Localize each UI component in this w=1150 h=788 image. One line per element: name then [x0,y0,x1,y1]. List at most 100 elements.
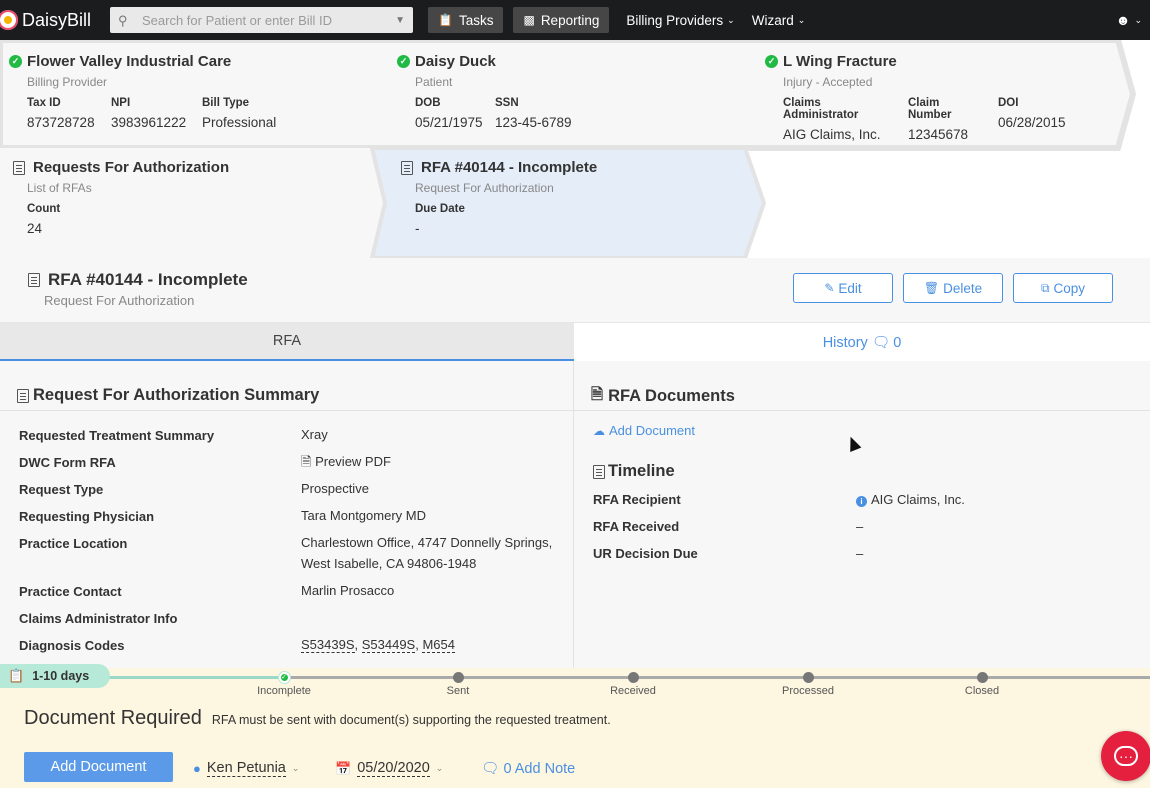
search-icon: ⚲ [118,13,128,28]
comment-icon: 🗨 [481,761,500,777]
summary-row: Diagnosis Codes S53439S, S53449S, M654 [19,637,455,655]
document-required-notice: Document Required RFA must be sent with … [24,707,611,730]
chevron-down-icon: ⌄ [435,763,444,773]
step-label: Incomplete [257,685,311,697]
document-icon [593,464,605,479]
preview-pdf-link[interactable]: 🗎 Preview PDF [301,451,391,472]
add-document-label: Add Document [609,423,695,438]
chevron-down-icon: ▼ [395,14,405,26]
copy-icon: ⧉ [1040,280,1050,295]
assignee-dropdown[interactable]: ● Ken Petunia ⌄ [193,760,299,777]
add-note-link[interactable]: 🗨 0 Add Note [481,760,575,777]
document-icon [17,388,29,403]
step-dot [452,672,464,683]
duration-badge: 📋 1-10 days [0,664,110,688]
progress-step: Processed [758,672,858,697]
summary-row: Practice Contact Marlin Prosacco [19,583,394,601]
duration-label: 1-10 days [32,669,90,683]
ssn-value: 123-45-6789 [495,115,572,130]
diagnosis-code[interactable]: M654 [422,637,455,653]
summary-row: Practice Location Charlestown Office, 474… [19,535,552,574]
divider [0,410,574,411]
user-icon: ● [193,761,201,776]
tasks-label: Tasks [458,12,494,28]
wizard-label: Wizard [751,12,794,28]
field-label: NPI [111,97,131,109]
add-document-button[interactable]: Add Document [24,752,173,782]
wizard-menu[interactable]: Wizard ⌄ [752,13,806,28]
provider-subtitle: Billing Provider [27,75,108,89]
tab-rfa[interactable]: RFA [0,323,574,362]
preview-pdf-label: Preview PDF [315,454,391,469]
injury-card[interactable]: ✓ L Wing Fracture Injury - Accepted Claim… [765,53,1082,142]
injury-title: L Wing Fracture [783,53,897,70]
timeline-heading: Timeline [608,462,675,480]
pdf-icon: 🗎 [591,386,604,403]
rfa-received-value: – [856,519,864,534]
rfas-subtitle: List of RFAs [27,181,92,195]
reporting-button[interactable]: ▩ Reporting [513,7,610,33]
patient-subtitle: Patient [415,75,453,89]
trash-icon: 🗑 [923,281,940,295]
page-header: RFA #40144 - Incomplete Request For Auth… [0,258,1150,322]
diagnosis-codes: S53439S, S53449S, M654 [301,637,455,653]
step-label: Sent [446,685,470,697]
billing-providers-label: Billing Providers [626,12,724,28]
rfa-list-card[interactable]: Requests For Authorization List of RFAs … [13,159,229,236]
progress-step: ✓ Incomplete [234,672,334,697]
pencil-icon: ✎ [824,281,835,295]
rfa-documents-panel: 🗎 RFA Documents ☁ Add Document Timeline RF… [574,361,1150,668]
date-value: 05/20/2020 [357,760,430,777]
due-date-picker[interactable]: 📅 05/20/2020 ⌄ [335,760,443,777]
field-label: Due Date [415,203,465,215]
row-label: RFA Recipient [593,492,681,507]
row-label: Claims Administrator Info [19,611,178,626]
field-label: SSN [495,97,519,109]
summary-row: Requested Treatment Summary Xray [19,427,328,445]
top-navbar: DaisyBill ⚲ Search for Patient or enter … [0,0,1150,40]
field-label: DOB [415,97,441,109]
bill-type-value: Professional [202,115,277,130]
chevron-down-icon: ⌄ [797,14,806,25]
document-icon [28,273,40,287]
summary-heading: Request For Authorization Summary [33,386,320,404]
diagnosis-code[interactable]: S53439S [301,637,355,653]
edit-label: Edit [838,280,862,296]
row-label: Practice Location [19,536,128,551]
notice-heading: Document Required [24,707,202,729]
clipboard-check-icon: 📋 [8,668,25,683]
billing-providers-menu[interactable]: Billing Providers ⌄ [626,13,734,28]
search-input[interactable]: ⚲ Search for Patient or enter Bill ID ▼ [110,7,413,33]
rfa-recipient-link[interactable]: i AIG Claims, Inc. [856,492,965,507]
tasks-button[interactable]: 📋 Tasks [428,7,504,33]
field-label: Claims Administrator [783,97,859,121]
cloud-upload-icon: ☁ [593,423,605,438]
current-rfa-card[interactable]: RFA #40144 - Incomplete Request For Auth… [401,159,597,236]
status-footer: 📋 1-10 days ✓ Incomplete Sent Received Pro… [0,664,1150,788]
copy-button[interactable]: ⧉ Copy [1013,273,1113,303]
tab-history[interactable]: History 🗨 0 [574,323,1150,362]
delete-button[interactable]: 🗑 Delete [903,273,1003,303]
diagnosis-code[interactable]: S53449S [361,637,416,653]
injury-subtitle: Injury - Accepted [783,75,873,89]
check-circle-icon: ✓ [765,55,778,68]
field-label: DOI [998,97,1019,109]
billing-provider-card[interactable]: ✓ Flower Valley Industrial Care Billing P… [9,53,292,130]
copy-label: Copy [1053,280,1086,296]
progress-step: Closed [932,672,1032,697]
summary-row: Request Type Prospective [19,481,369,499]
add-document-link[interactable]: ☁ Add Document [593,423,695,438]
progress-step: Received [583,672,683,697]
document-icon [401,160,413,175]
user-menu[interactable]: ☻ ⌄ [1116,0,1142,40]
divider [574,410,1150,411]
practice-location-line1: Charlestown Office, 4747 Donnelly Spring… [301,535,553,550]
chat-button[interactable]: ··· [1101,731,1150,781]
timeline-row: RFA Recipient i AIG Claims, Inc. [593,492,965,507]
row-label: Requested Treatment Summary [19,428,215,443]
app-logo[interactable]: DaisyBill [0,0,108,40]
edit-button[interactable]: ✎ Edit [793,273,893,303]
request-type-value: Prospective [301,481,369,496]
patient-card[interactable]: ✓ Daisy Duck Patient DOB 05/21/1975 SSN 123… [397,53,588,130]
check-circle-icon: ✓ [397,55,410,68]
